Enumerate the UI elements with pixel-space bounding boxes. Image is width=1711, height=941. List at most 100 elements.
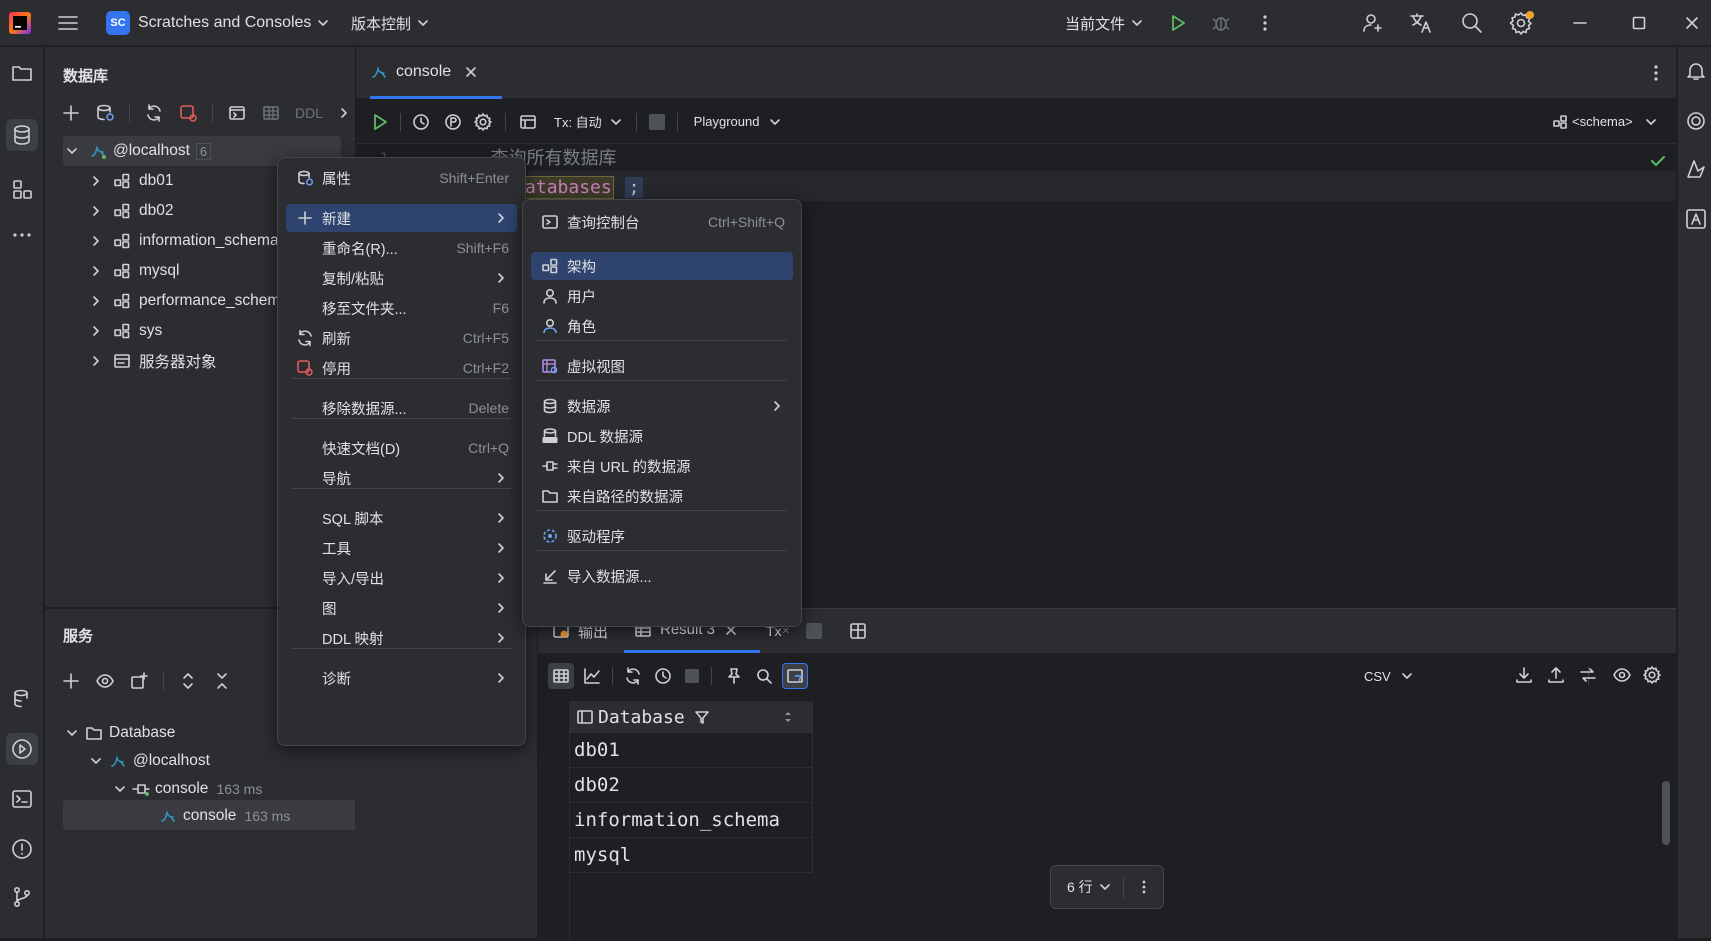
menu-item-12[interactable]: 导入/导出	[286, 564, 517, 592]
submenu-item-1[interactable]: 架构	[531, 252, 793, 280]
more-tools-icon[interactable]	[6, 219, 38, 251]
row-count-selector[interactable]: 6 行	[1067, 877, 1111, 897]
add-user-icon[interactable]	[1361, 0, 1385, 46]
chevron-down-icon[interactable]	[89, 754, 103, 768]
chevron-right-icon[interactable]	[89, 264, 103, 278]
chevron-right-icon[interactable]	[89, 174, 103, 188]
submenu-item-5[interactable]: 数据源	[531, 392, 793, 420]
vcs-menu[interactable]: 版本控制	[351, 0, 429, 46]
table-row[interactable]: 1db01	[538, 733, 813, 768]
chevron-right-icon[interactable]	[337, 106, 351, 120]
search-icon[interactable]	[754, 666, 774, 686]
submenu-item-8[interactable]: 来自路径的数据源	[531, 482, 793, 510]
chevron-right-icon[interactable]	[89, 234, 103, 248]
eye-icon[interactable]	[1612, 665, 1632, 685]
problems-icon[interactable]	[6, 833, 38, 865]
submenu-item-0[interactable]: 查询控制台 Ctrl+Shift+Q	[531, 208, 793, 236]
upload-icon[interactable]	[1546, 665, 1566, 685]
history-icon[interactable]	[653, 666, 673, 686]
layout-icon[interactable]	[848, 621, 868, 641]
database-tool-icon[interactable]	[6, 119, 38, 151]
chevron-right-icon[interactable]	[89, 294, 103, 308]
menu-item-3[interactable]: 复制/粘贴	[286, 264, 517, 292]
add-icon[interactable]	[61, 671, 81, 691]
more-vertical-icon[interactable]	[1646, 63, 1666, 83]
export-format-selector[interactable]: CSV	[1364, 669, 1413, 684]
disconnect-icon[interactable]	[178, 103, 198, 123]
menu-item-5[interactable]: 刷新 Ctrl+F5	[286, 324, 517, 352]
search-icon[interactable]	[1460, 0, 1484, 46]
vertical-scrollbar[interactable]	[1662, 781, 1670, 845]
services-tool-icon[interactable]	[6, 733, 38, 765]
playground-selector[interactable]: Playground	[694, 114, 782, 129]
more-vertical-icon[interactable]	[1255, 0, 1275, 46]
filter-icon[interactable]	[693, 708, 711, 726]
submenu-item-9[interactable]: 驱动程序	[531, 522, 793, 550]
schema-selector[interactable]: <schema>	[1552, 114, 1657, 130]
chevron-right-icon[interactable]	[89, 354, 103, 368]
svc-node-database[interactable]: Database	[65, 719, 175, 747]
table-cell[interactable]: information_schema	[574, 809, 780, 831]
submenu-item-3[interactable]: 角色	[531, 312, 793, 340]
layout-icon[interactable]	[518, 112, 538, 132]
ai-assistant-icon[interactable]	[1684, 109, 1708, 133]
settings-icon[interactable]	[1642, 665, 1662, 685]
refresh-icon[interactable]	[623, 666, 643, 686]
tree-node-server-objects[interactable]: 服务器对象	[89, 347, 217, 375]
app-logo-icon[interactable]	[8, 0, 32, 46]
main-menu-icon[interactable]	[56, 0, 80, 46]
maximize-icon[interactable]	[1631, 0, 1647, 46]
chevron-down-icon[interactable]	[113, 782, 127, 796]
settings-icon[interactable]	[1509, 0, 1535, 46]
console-icon[interactable]	[227, 103, 247, 123]
tree-node-schema[interactable]: information_schema	[89, 227, 279, 255]
grid-view-icon[interactable]	[548, 663, 574, 689]
parameters-icon[interactable]	[443, 112, 463, 132]
new-group-icon[interactable]	[129, 671, 149, 691]
column-header-database[interactable]: Database	[538, 701, 813, 733]
stop-icon[interactable]	[648, 113, 665, 130]
tree-node-schema[interactable]: sys	[89, 317, 162, 345]
debug-icon[interactable]	[1211, 0, 1231, 46]
svc-node-host[interactable]: @localhost	[89, 747, 210, 775]
tab-console[interactable]: console	[370, 47, 502, 99]
db-changes-icon[interactable]	[6, 683, 38, 715]
table-cell[interactable]: db02	[574, 774, 620, 796]
submenu-item-10[interactable]: 导入数据源...	[531, 562, 793, 590]
execute-icon[interactable]	[370, 112, 390, 132]
minimize-icon[interactable]	[1572, 0, 1588, 46]
tree-node-localhost[interactable]: @localhost 6	[65, 137, 212, 165]
compare-icon[interactable]	[1578, 665, 1598, 685]
tree-node-schema[interactable]: db01	[89, 167, 173, 195]
tree-node-schema[interactable]: db02	[89, 197, 173, 225]
tx-mode-selector[interactable]: Tx: 自动	[554, 112, 622, 131]
settings-icon[interactable]	[473, 112, 493, 132]
table-icon[interactable]	[261, 103, 281, 123]
svc-node-console-child[interactable]: console 163 ms	[159, 802, 290, 830]
menu-item-0[interactable]: 属性 Shift+Enter	[286, 164, 517, 192]
ddl-button[interactable]: DDL	[295, 105, 323, 121]
download-icon[interactable]	[1514, 665, 1534, 685]
table-cell[interactable]: db01	[574, 739, 620, 761]
submenu-item-7[interactable]: 来自 URL 的数据源	[531, 452, 793, 480]
tree-node-schema[interactable]: mysql	[89, 257, 179, 285]
chart-icon[interactable]	[582, 666, 602, 686]
menu-item-15[interactable]: 诊断	[286, 664, 517, 692]
pin-icon[interactable]	[724, 666, 744, 686]
expand-all-icon[interactable]	[178, 671, 198, 691]
submenu-item-2[interactable]: 用户	[531, 282, 793, 310]
datasource-properties-icon[interactable]	[95, 103, 115, 123]
add-icon[interactable]	[61, 103, 81, 123]
history-icon[interactable]	[411, 112, 431, 132]
more-vertical-icon[interactable]	[1136, 879, 1152, 895]
menu-item-2[interactable]: 重命名(R)... Shift+F6	[286, 234, 517, 262]
submenu-item-6[interactable]: DDL 数据源	[531, 422, 793, 450]
filter-view-icon[interactable]	[782, 663, 808, 689]
menu-item-11[interactable]: 工具	[286, 534, 517, 562]
table-row[interactable]: 3information_schema	[538, 803, 813, 838]
menu-item-10[interactable]: SQL 脚本	[286, 504, 517, 532]
table-row[interactable]: 2db02	[538, 768, 813, 803]
collapse-all-icon[interactable]	[212, 671, 232, 691]
menu-item-8[interactable]: 快速文档(D) Ctrl+Q	[286, 434, 517, 462]
menu-item-4[interactable]: 移至文件夹... F6	[286, 294, 517, 322]
